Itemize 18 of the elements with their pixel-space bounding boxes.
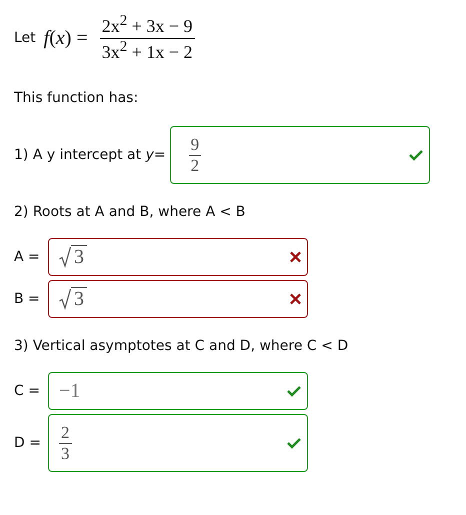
radical-sign-icon xyxy=(59,246,71,268)
answer-field[interactable]: 2 3 xyxy=(48,414,308,472)
question-prompt: 3) Vertical asymptotes at C and D, where C < D xyxy=(14,338,350,354)
lead-text: This function has: xyxy=(14,90,140,106)
let-label: Let xyxy=(14,30,36,46)
radical-sign-icon xyxy=(59,288,71,310)
answer-field[interactable]: 3 xyxy=(48,238,308,276)
function-fraction: 2x$^{2}$ + 3x − 9 3x$^{2}$ + 1x − 2 xyxy=(100,13,195,63)
answer-field[interactable]: 3 xyxy=(48,280,308,318)
answer-field[interactable]: 9 2 xyxy=(170,126,430,184)
question-prompt: 1) A y intercept at y= xyxy=(14,147,166,163)
answer-label: B = xyxy=(14,291,41,307)
answer-label: A = xyxy=(14,249,41,265)
answer-label: C = xyxy=(14,383,41,399)
answer-field[interactable]: −1 xyxy=(48,372,308,410)
function-name: f(x) = xyxy=(44,26,88,50)
answer-label: D = xyxy=(14,435,42,451)
question-prompt: 2) Roots at A and B, where A < B xyxy=(14,204,246,220)
